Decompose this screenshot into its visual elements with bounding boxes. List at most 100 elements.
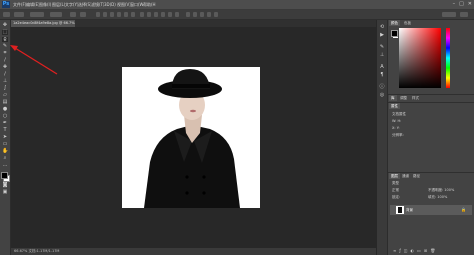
gradient-icon[interactable]: ▤ xyxy=(2,100,8,105)
color-picker-field[interactable] xyxy=(399,28,441,88)
blur-icon[interactable]: ● xyxy=(2,107,8,112)
move-icon[interactable]: ✥ xyxy=(2,23,8,28)
path-select-icon[interactable]: ➤ xyxy=(2,135,8,140)
history-icon[interactable]: ⟲ xyxy=(379,24,385,30)
option-3d-3[interactable] xyxy=(200,12,204,17)
zoom-icon[interactable]: ⌕ xyxy=(2,156,8,161)
option-align-1[interactable] xyxy=(96,12,100,17)
option-toggle-2[interactable] xyxy=(80,12,86,17)
layer-filter[interactable]: 类型 xyxy=(392,181,399,186)
option-3d-2[interactable] xyxy=(193,12,197,17)
lasso-icon[interactable]: ϱ xyxy=(2,37,8,42)
tool-preset-picker[interactable] xyxy=(3,12,10,17)
option-style[interactable] xyxy=(50,12,62,17)
clone-stamp-icon[interactable]: ⊥ xyxy=(2,79,8,84)
add-mask-icon[interactable]: ◫ xyxy=(404,248,408,254)
brush-panel-icon[interactable]: ✎ xyxy=(379,44,385,50)
option-align-4[interactable] xyxy=(117,12,121,17)
menu-type[interactable]: 文字(Y) xyxy=(65,0,78,9)
option-size[interactable] xyxy=(30,12,44,17)
menu-filter[interactable]: 滤镜(T) xyxy=(91,0,104,9)
healing-icon[interactable]: ✚ xyxy=(2,65,8,70)
option-distribute-1[interactable] xyxy=(140,12,144,17)
color-panel-foreground[interactable] xyxy=(391,30,398,37)
option-3d-4[interactable] xyxy=(207,12,211,17)
hue-slider[interactable] xyxy=(446,28,450,88)
option-3d-5[interactable] xyxy=(214,12,218,17)
menu-file[interactable]: 文件(F) xyxy=(13,0,26,9)
panel-divider xyxy=(388,102,474,103)
history-brush-icon[interactable]: ∫ xyxy=(2,86,8,91)
option-align-6[interactable] xyxy=(131,12,135,17)
option-distribute-4[interactable] xyxy=(161,12,165,17)
tab-color[interactable]: 颜色 xyxy=(389,20,400,26)
option-3d-1[interactable] xyxy=(186,12,190,17)
properties-row: X: Y: xyxy=(392,126,400,130)
tab-styles[interactable]: 样式 xyxy=(410,95,421,101)
menu-layer[interactable]: 图层(L) xyxy=(52,0,65,9)
tab-adjustments[interactable]: 调整 xyxy=(398,95,409,101)
minimize-button[interactable]: – xyxy=(453,1,456,8)
tab-paths[interactable]: 路径 xyxy=(411,173,422,179)
clone-source-icon[interactable]: ⊥ xyxy=(379,52,385,58)
option-toggle-1[interactable] xyxy=(70,12,76,17)
hand-icon[interactable]: ✋ xyxy=(2,149,8,154)
quick-mask-icon[interactable]: ◙ xyxy=(2,183,8,188)
link-layers-icon[interactable]: ∞ xyxy=(393,248,396,254)
screen-mode-icon[interactable]: ▣ xyxy=(2,190,8,195)
tab-properties[interactable]: 属性 xyxy=(389,103,400,109)
fx-icon[interactable]: ƒ xyxy=(399,248,400,254)
workspace-switcher[interactable] xyxy=(442,12,456,17)
adjustment-layer-icon[interactable]: ◐ xyxy=(411,248,415,254)
search-icon[interactable] xyxy=(460,12,468,17)
option-distribute-2[interactable] xyxy=(147,12,151,17)
info-icon[interactable]: ⓘ xyxy=(379,84,385,90)
marquee-icon[interactable]: ⬚ xyxy=(2,30,8,35)
more-tools-icon[interactable]: … xyxy=(2,163,8,168)
properties-row: W: H: xyxy=(392,119,402,123)
group-icon[interactable]: ▭ xyxy=(417,248,421,254)
option-align-5[interactable] xyxy=(124,12,128,17)
delete-layer-icon[interactable]: 🗑 xyxy=(430,248,435,254)
menu-select[interactable]: 选择(S) xyxy=(78,0,91,9)
pen-icon[interactable]: ✒ xyxy=(2,121,8,126)
close-button[interactable]: ✕ xyxy=(468,1,472,8)
option-distribute-3[interactable] xyxy=(154,12,158,17)
menu-help[interactable]: 帮助(H) xyxy=(143,0,156,9)
tab-libraries[interactable]: 库 xyxy=(389,95,397,101)
rectangle-icon[interactable]: ▭ xyxy=(2,142,8,147)
menu-window[interactable]: 窗口(W) xyxy=(130,0,143,9)
option-align-3[interactable] xyxy=(110,12,114,17)
menu-image[interactable]: 图像(I) xyxy=(39,0,52,9)
fill-field[interactable]: 填充: 100% xyxy=(428,195,447,200)
menu-view[interactable]: 视图(V) xyxy=(117,0,130,9)
option-align-2[interactable] xyxy=(103,12,107,17)
document-tab[interactable]: 1a2e4eac0d8f4a9e8a.jpg @ 66.7%(RGB/8#) xyxy=(11,20,75,27)
brush-icon[interactable]: ∕ xyxy=(2,72,8,77)
crop-icon[interactable]: ⌗ xyxy=(2,51,8,56)
tab-swatches[interactable]: 色板 xyxy=(402,20,413,26)
opacity-field[interactable]: 不透明度: 100% xyxy=(428,188,454,193)
tab-layers[interactable]: 图层 xyxy=(389,173,400,179)
type-icon[interactable]: T xyxy=(2,128,8,133)
new-layer-icon[interactable]: ⊞ xyxy=(424,248,427,254)
maximize-button[interactable]: □ xyxy=(459,1,464,8)
eyedropper-icon[interactable]: ∕ xyxy=(2,58,8,63)
eraser-icon[interactable]: ▱ xyxy=(2,93,8,98)
glyphs-icon[interactable]: ◎ xyxy=(379,92,385,98)
blend-mode-select[interactable]: 正常 xyxy=(392,188,399,193)
layer-name[interactable]: 背景 xyxy=(406,205,413,215)
menu-3d[interactable]: 3D(D) xyxy=(104,0,117,9)
foreground-color-swatch[interactable] xyxy=(1,172,8,179)
menu-edit[interactable]: 编辑(E) xyxy=(26,0,39,9)
option-distribute-6[interactable] xyxy=(175,12,179,17)
document-image[interactable] xyxy=(122,67,260,208)
paragraph-icon[interactable]: ¶ xyxy=(379,72,385,78)
dodge-icon[interactable]: ○ xyxy=(2,114,8,119)
quick-select-icon[interactable]: ✎ xyxy=(2,44,8,49)
option-mode[interactable] xyxy=(14,12,24,17)
character-icon[interactable]: A xyxy=(379,64,385,70)
tab-channels[interactable]: 通道 xyxy=(400,173,411,179)
option-distribute-5[interactable] xyxy=(168,12,172,17)
actions-icon[interactable]: ▶ xyxy=(379,32,385,38)
